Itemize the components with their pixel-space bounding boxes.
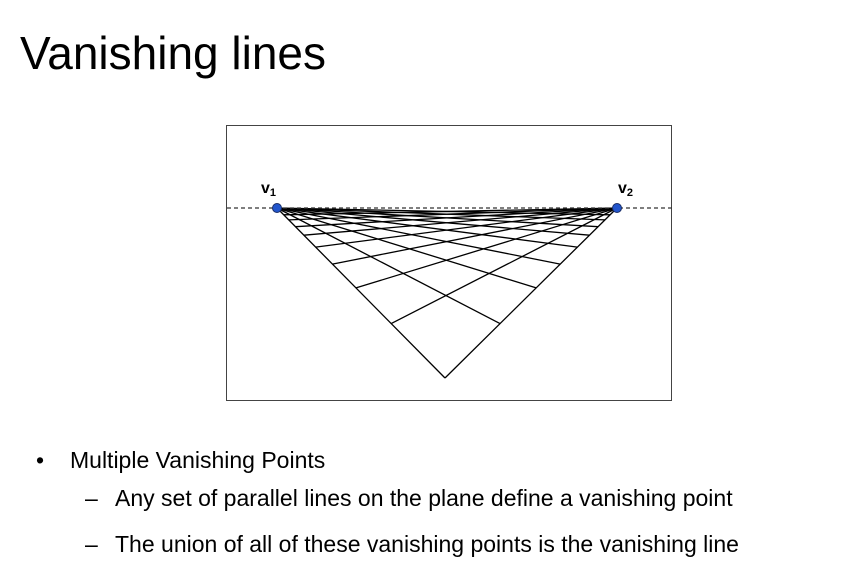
sub-bullet-item: – The union of all of these vanishing poi… bbox=[85, 531, 739, 558]
label-v2: v2 bbox=[618, 180, 634, 199]
vanishing-lines-figure: v1 v2 bbox=[226, 125, 673, 401]
grid-lines bbox=[276, 207, 618, 379]
sub-bullet-item: – Any set of parallel lines on the plane … bbox=[85, 485, 733, 512]
perspective-grid-svg bbox=[227, 203, 673, 379]
sub-bullet-text: The union of all of these vanishing poin… bbox=[115, 531, 739, 557]
vanishing-point-v2 bbox=[612, 203, 622, 213]
label-v1: v1 bbox=[261, 180, 277, 199]
bullet-item: • Multiple Vanishing Points bbox=[36, 447, 325, 474]
bullet-marker: • bbox=[36, 447, 45, 473]
sub-bullet-text: Any set of parallel lines on the plane d… bbox=[115, 485, 733, 511]
vanishing-point-v1 bbox=[272, 203, 282, 213]
sub-bullet-marker: – bbox=[85, 531, 98, 557]
slide-title: Vanishing lines bbox=[20, 27, 327, 79]
bullet-text: Multiple Vanishing Points bbox=[70, 447, 326, 473]
sub-bullet-marker: – bbox=[85, 485, 98, 511]
